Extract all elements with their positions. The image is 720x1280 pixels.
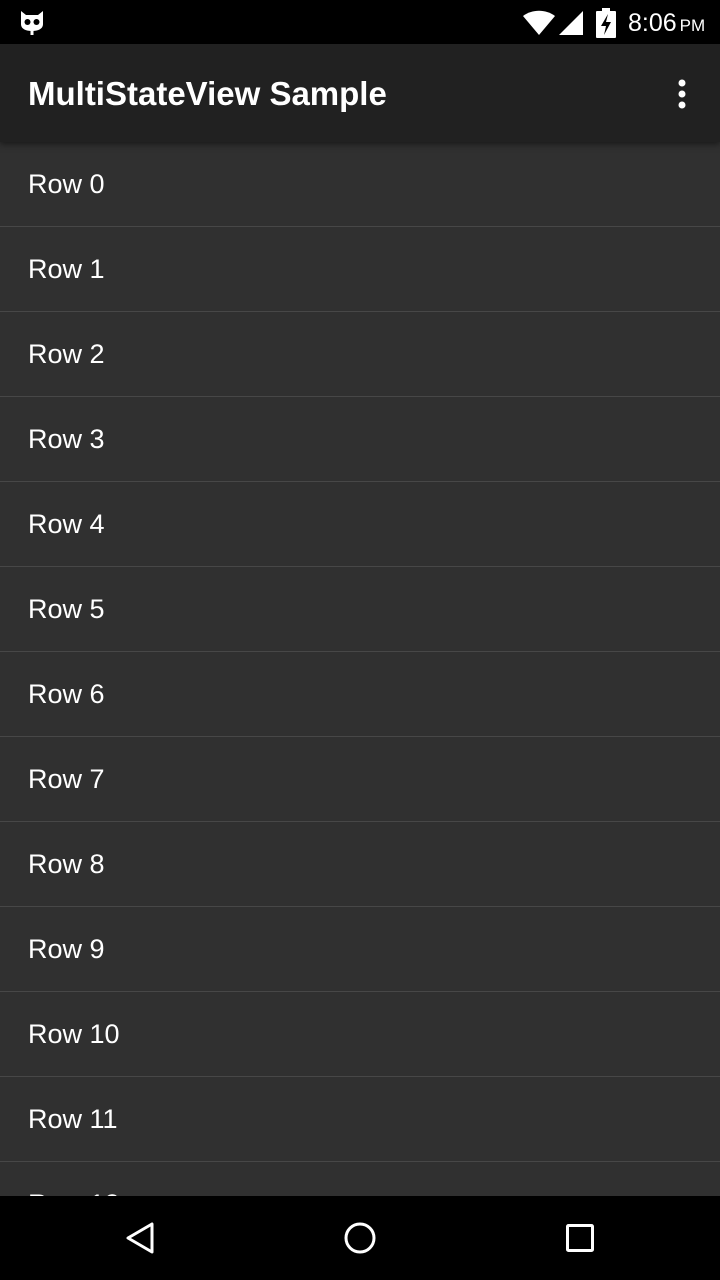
app-bar: MultiStateView Sample [0,44,720,142]
list-item[interactable]: Row 12 [0,1162,720,1196]
row-label: Row 6 [28,679,105,709]
navigation-bar [0,1196,720,1280]
wifi-icon [523,10,555,35]
row-label: Row 3 [28,424,105,454]
list-item[interactable]: Row 3 [0,397,720,482]
row-label: Row 2 [28,339,105,369]
recents-icon [566,1224,594,1252]
back-button[interactable] [110,1210,170,1266]
list-item[interactable]: Row 7 [0,737,720,822]
list-item[interactable]: Row 5 [0,567,720,652]
row-label: Row 7 [28,764,105,794]
row-label: Row 12 [28,1188,120,1196]
list-item[interactable]: Row 9 [0,907,720,992]
row-label: Row 8 [28,849,105,879]
battery-charging-icon [596,8,616,38]
app-title: MultiStateView Sample [28,75,387,112]
list-item[interactable]: Row 0 [0,142,720,227]
list-item[interactable]: Row 4 [0,482,720,567]
recents-button[interactable] [550,1210,610,1266]
signal-icon [559,11,583,35]
overflow-menu-button[interactable] [656,68,708,120]
back-icon [126,1222,154,1254]
row-label: Row 1 [28,254,105,284]
home-icon [344,1222,376,1254]
list-item[interactable]: Row 11 [0,1077,720,1162]
home-button[interactable] [330,1210,390,1266]
status-clock: 8:06 PM [628,8,705,38]
status-bar: 8:06 PM [0,0,720,44]
screen: 8:06 PM MultiStateView Sample Row 0 Row 1… [0,0,720,1280]
row-list[interactable]: Row 0 Row 1 Row 2 Row 3 Row 4 Row 5 Row … [0,142,720,1196]
list-item[interactable]: Row 1 [0,227,720,312]
list-item[interactable]: Row 10 [0,992,720,1077]
row-label: Row 11 [28,1104,118,1134]
list-item[interactable]: Row 8 [0,822,720,907]
row-label: Row 5 [28,594,105,624]
row-label: Row 4 [28,509,105,539]
list-item[interactable]: Row 6 [0,652,720,737]
row-label: Row 0 [28,169,105,199]
clock-ampm: PM [679,16,706,35]
row-label: Row 9 [28,934,105,964]
more-vert-icon [678,79,686,109]
cyanogenmod-notification-icon [21,11,43,35]
list-item[interactable]: Row 2 [0,312,720,397]
row-label: Row 10 [28,1019,120,1049]
clock-time: 8:06 [628,9,677,37]
